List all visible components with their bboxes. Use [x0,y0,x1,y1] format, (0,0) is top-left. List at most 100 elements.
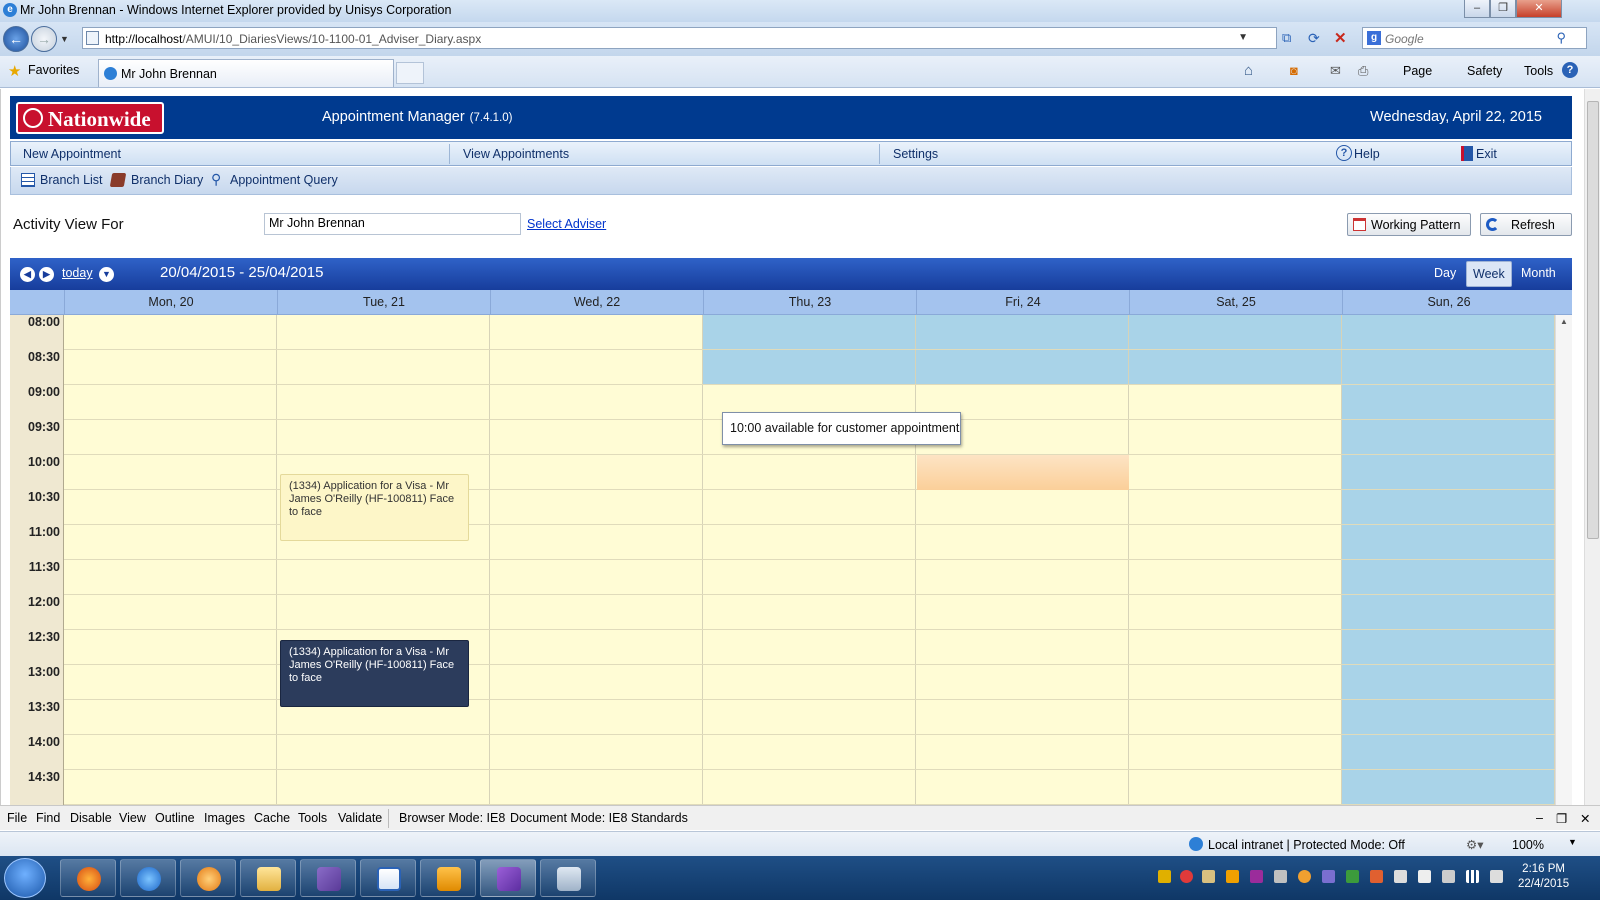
feeds-icon[interactable]: ◙ [1290,63,1298,78]
page-scroll-thumb[interactable] [1587,101,1599,539]
dev-menu-images[interactable]: Images [204,811,245,825]
document-mode[interactable]: Document Mode: IE8 Standards [510,811,688,825]
zoom-level[interactable]: 100% [1512,838,1544,852]
menu-settings[interactable]: Settings [893,147,938,161]
toolbar-branch-diary[interactable]: Branch Diary [131,173,203,187]
minimize-button[interactable]: – [1464,0,1490,18]
taskbar-visual-studio-express[interactable] [300,859,356,897]
day-column-mon[interactable] [64,315,277,805]
security-zone[interactable]: Local intranet | Protected Mode: Off [1208,838,1405,852]
next-week-button[interactable]: ▶ [39,267,54,282]
scroll-up-icon[interactable]: ▲ [1560,317,1568,326]
help-browser-icon[interactable]: ? [1562,62,1578,78]
compatibility-icon[interactable]: ⧉ [1282,30,1300,48]
tray-app-icon[interactable] [1180,870,1193,883]
tray-volume-icon[interactable] [1490,870,1503,883]
zoom-dropdown-icon[interactable]: ▼ [1568,837,1577,847]
mail-icon[interactable]: ✉ [1330,63,1341,79]
day-column-sun[interactable] [1342,315,1555,805]
adviser-field[interactable]: Mr John Brennan [264,213,521,235]
date-picker-dropdown-icon[interactable]: ▼ [99,267,114,282]
dev-menu-tools[interactable]: Tools [298,811,327,825]
tray-network-icon[interactable] [1466,870,1479,883]
tray-security-icon[interactable] [1346,870,1359,883]
tray-sync-icon[interactable] [1298,870,1311,883]
appointment-card[interactable]: (1334) Application for a Visa - Mr James… [280,474,469,541]
search-icon[interactable]: ⚲ [1556,30,1566,46]
browser-mode[interactable]: Browser Mode: IE8 [399,811,505,825]
stop-icon[interactable]: ✕ [1334,29,1352,47]
grid-scrollbar[interactable]: ▲ [1555,315,1572,805]
tray-tool-icon[interactable] [1202,870,1215,883]
safety-menu[interactable]: Safety [1467,64,1502,78]
help-icon[interactable]: ? [1336,145,1352,161]
back-button[interactable]: ← [3,26,29,52]
tray-update-icon[interactable] [1370,870,1383,883]
history-dropdown-icon[interactable]: ▼ [60,34,69,44]
day-column-sat[interactable] [1129,315,1342,805]
search-box[interactable]: g Google ⚲ [1362,27,1587,49]
prev-week-button[interactable]: ◀ [20,267,35,282]
close-window-button[interactable]: ✕ [1516,0,1562,18]
taskbar-firefox[interactable] [60,859,116,897]
day-column-tue[interactable] [277,315,490,805]
day-column-fri[interactable] [916,315,1129,805]
dev-menu-view[interactable]: View [119,811,146,825]
dev-undock-icon[interactable]: ❐ [1556,811,1567,826]
menu-help[interactable]: Help [1354,147,1380,161]
maximize-button[interactable]: ❐ [1490,0,1516,18]
taskbar-explorer[interactable] [240,859,296,897]
tray-sharepoint-icon[interactable] [1274,870,1287,883]
tray-onenote-icon[interactable] [1250,870,1263,883]
toolbar-branch-list[interactable]: Branch List [40,173,103,187]
exit-door-icon[interactable] [1461,146,1473,161]
browser-tab[interactable]: Mr John Brennan [98,59,394,87]
select-adviser-link[interactable]: Select Adviser [527,217,606,231]
protected-mode-icon[interactable]: ⚙▾ [1466,837,1483,852]
tray-power-icon[interactable] [1442,870,1455,883]
working-pattern-button[interactable]: Working Pattern [1347,213,1471,236]
dev-minimize-icon[interactable]: – [1536,811,1543,825]
toolbar-appointment-query[interactable]: Appointment Query [230,173,338,187]
view-day-button[interactable]: Day [1428,261,1462,287]
address-dropdown-icon[interactable]: ▼ [1238,32,1248,43]
menu-exit[interactable]: Exit [1476,147,1497,161]
view-week-button[interactable]: Week [1466,261,1512,287]
refresh-page-icon[interactable]: ⟳ [1308,30,1326,48]
taskbar-ie[interactable] [120,859,176,897]
new-tab-button[interactable] [396,62,424,84]
dev-close-icon[interactable]: ✕ [1580,811,1590,826]
taskbar-remote-desktop[interactable] [540,859,596,897]
tray-shield-icon[interactable] [1158,870,1171,883]
menu-view-appointments[interactable]: View Appointments [463,147,569,161]
dev-menu-find[interactable]: Find [36,811,60,825]
menu-new-appointment[interactable]: New Appointment [23,147,121,161]
favorites-star-icon[interactable]: ★ [8,62,21,80]
address-field[interactable]: http://localhost/AMUI/10_DiariesViews/10… [82,27,1277,49]
dev-menu-validate[interactable]: Validate [338,811,382,825]
hover-slot[interactable] [917,455,1129,490]
dev-menu-cache[interactable]: Cache [254,811,290,825]
view-month-button[interactable]: Month [1515,261,1562,287]
refresh-button[interactable]: Refresh [1480,213,1572,236]
tools-menu[interactable]: Tools [1524,64,1553,78]
today-link[interactable]: today [62,266,93,280]
start-button[interactable] [4,858,46,898]
page-scrollbar[interactable] [1584,89,1600,805]
page-menu[interactable]: Page [1403,64,1432,78]
day-column-thu[interactable] [703,315,916,805]
tray-office-icon[interactable] [1226,870,1239,883]
favorites-label[interactable]: Favorites [28,63,79,77]
dev-menu-disable[interactable]: Disable [70,811,112,825]
taskbar-lync[interactable] [360,859,416,897]
dev-menu-outline[interactable]: Outline [155,811,195,825]
taskbar-media-player[interactable] [180,859,236,897]
forward-button[interactable]: → [31,26,57,52]
day-column-wed[interactable] [490,315,703,805]
print-icon[interactable]: ⎙ [1358,63,1368,79]
week-grid[interactable]: (1334) Application for a Visa - Mr James… [64,315,1555,805]
taskbar-visual-studio[interactable] [480,859,536,897]
home-icon[interactable]: ⌂ [1244,62,1253,79]
dev-menu-file[interactable]: File [7,811,27,825]
tray-vs-icon[interactable] [1322,870,1335,883]
